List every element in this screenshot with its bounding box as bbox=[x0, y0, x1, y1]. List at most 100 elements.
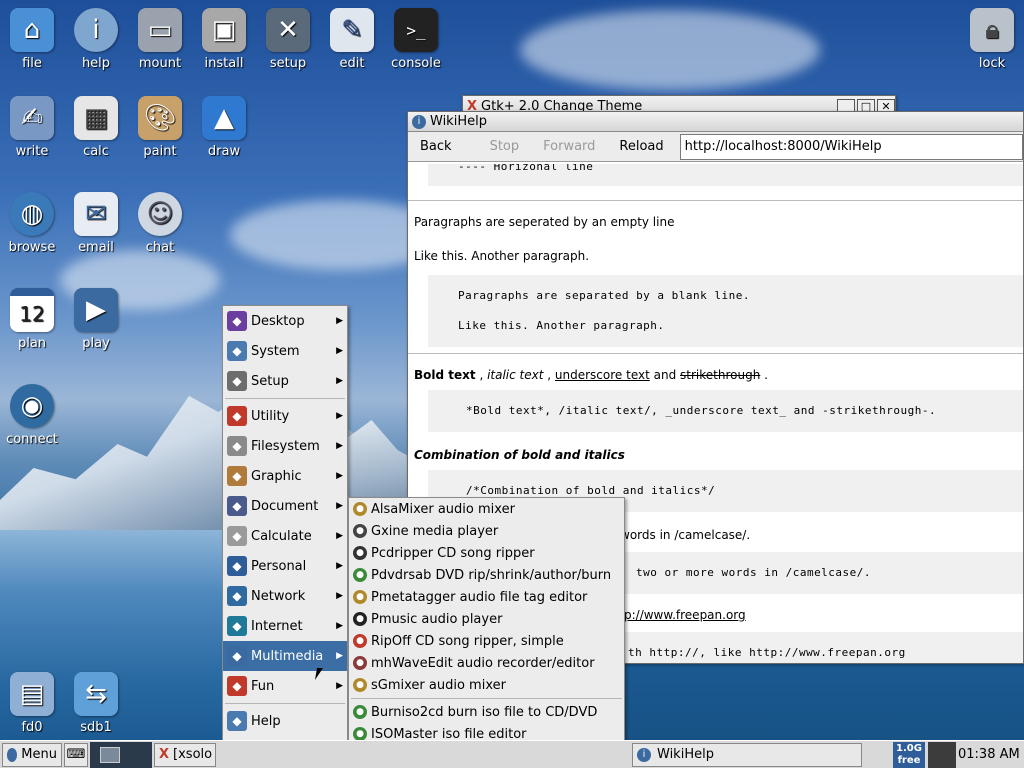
menu-item-internet[interactable]: ◆ Internet ▶ bbox=[223, 611, 347, 641]
pager[interactable] bbox=[90, 741, 152, 768]
menu-item-system[interactable]: ◆ System ▶ bbox=[223, 336, 347, 366]
floppy-disk-icon: ▤ bbox=[10, 672, 54, 716]
desktop-icon-label: setup bbox=[269, 56, 307, 71]
desktop-icon-lock[interactable]: 🔒︎ lock bbox=[960, 8, 1024, 71]
reload-button[interactable]: Reload bbox=[607, 139, 675, 154]
x-logo-icon: ◆ bbox=[227, 311, 247, 331]
desktop-icon-label: fd0 bbox=[21, 720, 43, 735]
code-block: Paragraphs are separated by a blank line… bbox=[428, 275, 1023, 347]
desktop-icon-edit[interactable]: ✎ edit bbox=[320, 8, 384, 71]
menu-button[interactable]: Menu bbox=[2, 742, 62, 767]
back-button[interactable]: Back bbox=[408, 139, 464, 154]
cd-ripper-icon: ● bbox=[353, 546, 367, 560]
desktop-icon-calc[interactable]: ▦ calc bbox=[64, 96, 128, 159]
submenu-item[interactable]: ● Pmusic audio player bbox=[349, 608, 624, 630]
desktop-icon-label: plan bbox=[17, 336, 47, 351]
iso-disc-icon: ● bbox=[353, 727, 367, 741]
desktop-icon-chat[interactable]: ☺ chat bbox=[128, 192, 192, 255]
wikihelp-titlebar[interactable]: i WikiHelp bbox=[408, 112, 1023, 132]
link[interactable]: p://www.freepan.org bbox=[624, 608, 746, 622]
desktop-icon-plan[interactable]: 12 plan bbox=[0, 288, 64, 351]
menu-item-setup[interactable]: ◆ Setup ▶ bbox=[223, 366, 347, 396]
drawing-shapes-icon: ▲ bbox=[202, 96, 246, 140]
fun-dice-icon: ◆ bbox=[227, 676, 247, 696]
submenu-item[interactable]: ● sGmixer audio mixer bbox=[349, 674, 624, 696]
menu-item-utility[interactable]: ◆ Utility ▶ bbox=[223, 401, 347, 431]
menu-item-label: Internet bbox=[251, 618, 303, 634]
separator: . bbox=[760, 368, 768, 382]
url-field[interactable]: http://localhost:8000/WikiHelp bbox=[679, 133, 1023, 160]
menu-item-multimedia[interactable]: ◆ Multimedia ▶ bbox=[223, 641, 347, 671]
desktop-icon-connect[interactable]: ◉ connect bbox=[0, 384, 64, 447]
desktop-icon-mount[interactable]: ▭ mount bbox=[128, 8, 192, 71]
submenu-item[interactable]: ● Pdvdrsab DVD rip/shrink/author/burn bbox=[349, 564, 624, 586]
paint-palette-icon: 🎨︎ bbox=[138, 96, 182, 140]
desktop-icon-label: calc bbox=[83, 144, 109, 159]
submenu-item[interactable]: ● AlsaMixer audio mixer bbox=[349, 498, 624, 520]
submenu-item[interactable]: ● Pcdripper CD song ripper bbox=[349, 542, 624, 564]
desktop-icon-console[interactable]: >_ console bbox=[384, 8, 448, 71]
menu-separator bbox=[351, 698, 622, 699]
submenu-item[interactable]: ● RipOff CD song ripper, simple bbox=[349, 630, 624, 652]
menu-item-label: Desktop bbox=[251, 313, 305, 329]
horizontal-rule bbox=[408, 353, 1023, 354]
menu-item-label: Document bbox=[251, 498, 319, 514]
desktop-icon-label: write bbox=[15, 144, 49, 159]
desktop-icon-label: paint bbox=[143, 144, 177, 159]
spreadsheet-icon: ▦ bbox=[74, 96, 118, 140]
text-editor-icon: ✎ bbox=[330, 8, 374, 52]
desktop-icon-draw[interactable]: ▲ draw bbox=[192, 96, 256, 159]
menu-item-label: Graphic bbox=[251, 468, 302, 484]
menu-item-document[interactable]: ◆ Document ▶ bbox=[223, 491, 347, 521]
chat-bubble-icon: ☺ bbox=[138, 192, 182, 236]
stop-button[interactable]: Stop bbox=[478, 139, 532, 154]
menu-separator bbox=[225, 703, 345, 704]
submenu-item[interactable]: ● Gxine media player bbox=[349, 520, 624, 542]
submenu-item-label: mhWaveEdit audio recorder/editor bbox=[371, 655, 595, 671]
monitor-icon: ◆ bbox=[227, 341, 247, 361]
menu-label: Menu bbox=[21, 747, 57, 762]
main-menu: ◆ Desktop ▶ ◆ System ▶ ◆ Setup ▶ ◆ Utility ▶ ◆ Filesy… bbox=[222, 305, 348, 767]
submenu-item[interactable]: ● Burniso2cd burn iso file to CD/DVD bbox=[349, 701, 624, 723]
desktop-icon-install[interactable]: ▣ install bbox=[192, 8, 256, 71]
terminal-icon: >_ bbox=[394, 8, 438, 52]
desktop-icon-sdb1[interactable]: ⇆ sdb1 bbox=[64, 672, 128, 735]
ripoff-icon: ● bbox=[353, 634, 367, 648]
desktop-icon-help[interactable]: i help bbox=[64, 8, 128, 71]
menu-item-label: Help bbox=[251, 713, 281, 729]
menu-item-desktop[interactable]: ◆ Desktop ▶ bbox=[223, 306, 347, 336]
menu-item-network[interactable]: ◆ Network ▶ bbox=[223, 581, 347, 611]
desktop-icon-browse[interactable]: ◍ browse bbox=[0, 192, 64, 255]
quicklaunch-button[interactable]: ⌨ bbox=[64, 742, 88, 767]
desktop-icon-label: mount bbox=[138, 56, 182, 71]
menu-item-fun[interactable]: ◆ Fun ▶ bbox=[223, 671, 347, 701]
menu-item-label: Utility bbox=[251, 408, 290, 424]
dvd-disc-icon: ● bbox=[353, 568, 367, 582]
menu-item-calculate[interactable]: ◆ Calculate ▶ bbox=[223, 521, 347, 551]
menu-item-personal[interactable]: ◆ Personal ▶ bbox=[223, 551, 347, 581]
taskbar-item-wikihelp[interactable]: i WikiHelp bbox=[632, 742, 862, 767]
menu-item-graphic[interactable]: ◆ Graphic ▶ bbox=[223, 461, 347, 491]
desktop-icon-paint[interactable]: 🎨︎ paint bbox=[128, 96, 192, 159]
submenu-arrow-icon: ▶ bbox=[336, 621, 343, 631]
submenu-arrow-icon: ▶ bbox=[336, 561, 343, 571]
cpu-monitor bbox=[928, 741, 956, 768]
desktop-icon-play[interactable]: ▶ play bbox=[64, 288, 128, 351]
paragraph: Like this. Another paragraph. bbox=[414, 249, 590, 263]
tools-icon: ◆ bbox=[227, 371, 247, 391]
menu-item-help[interactable]: ◆ Help bbox=[223, 706, 347, 736]
desktop-icon-fd0[interactable]: ▤ fd0 bbox=[0, 672, 64, 735]
desktop-icon-file[interactable]: ⌂ file bbox=[0, 8, 64, 71]
menu-item-filesystem[interactable]: ◆ Filesystem ▶ bbox=[223, 431, 347, 461]
multimedia-icon: ◆ bbox=[227, 646, 247, 666]
forward-button[interactable]: Forward bbox=[531, 139, 607, 154]
submenu-item[interactable]: ● mhWaveEdit audio recorder/editor bbox=[349, 652, 624, 674]
desktop-icon-setup[interactable]: ✕ setup bbox=[256, 8, 320, 71]
desktop-icon-email[interactable]: ✉ email bbox=[64, 192, 128, 255]
home-folder-icon: ⌂ bbox=[10, 8, 54, 52]
taskbar-item-xsolo[interactable]: X [xsolo bbox=[154, 742, 216, 767]
utility-knife-icon: ◆ bbox=[227, 406, 247, 426]
submenu-item[interactable]: ● Pmetatagger audio file tag editor bbox=[349, 586, 624, 608]
desktop-icon-label: sdb1 bbox=[80, 720, 112, 735]
desktop-icon-write[interactable]: ✍ write bbox=[0, 96, 64, 159]
